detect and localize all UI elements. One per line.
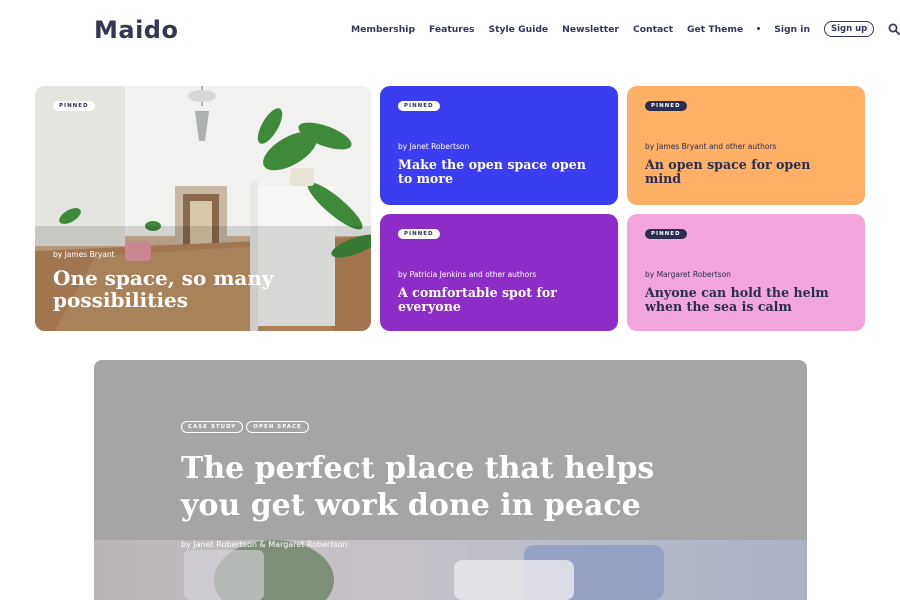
post-tags: CASE STUDY OPEN SPACE [181,421,309,433]
nav-membership[interactable]: Membership [351,24,415,35]
featured-post-byline[interactable]: by Janet Robertson & Margaret Robertson [181,540,348,549]
pinned-badge: PINNED [398,229,440,239]
nav-style-guide[interactable]: Style Guide [489,24,549,35]
nav-contact[interactable]: Contact [633,24,673,35]
search-icon[interactable] [888,23,900,35]
post-byline[interactable]: by James Bryant [53,250,115,259]
featured-photo [94,540,807,600]
featured-post[interactable]: CASE STUDY OPEN SPACE The perfect place … [94,360,807,600]
post-card-featured[interactable]: PINNED by James Bryant One space, so man… [35,86,371,331]
post-title[interactable]: A comfortable spot for everyone [398,286,602,313]
post-byline[interactable]: by Janet Robertson [398,142,469,151]
post-title[interactable]: Anyone can hold the helm when the sea is… [645,286,849,313]
site-logo[interactable]: Maido [94,16,178,44]
pinned-badge: PINNED [398,101,440,111]
post-byline[interactable]: by James Bryant and other authors [645,142,776,151]
post-card[interactable]: PINNED by Janet Robertson Make the open … [380,86,618,205]
nav-features[interactable]: Features [429,24,475,35]
post-title[interactable]: An open space for open mind [645,158,849,185]
pinned-badge: PINNED [645,229,687,239]
nav-newsletter[interactable]: Newsletter [562,24,619,35]
post-card[interactable]: PINNED by James Bryant and other authors… [627,86,865,205]
tag-case-study[interactable]: CASE STUDY [181,421,244,433]
pinned-badge: PINNED [645,101,687,111]
post-byline[interactable]: by Margaret Robertson [645,270,731,279]
sign-up-button[interactable]: Sign up [824,21,875,37]
featured-post-title[interactable]: The perfect place that helps you get wor… [181,450,701,524]
post-title[interactable]: Make the open space open to more [398,158,602,185]
post-byline[interactable]: by Patricia Jenkins and other authors [398,270,536,279]
tag-open-space[interactable]: OPEN SPACE [246,421,309,433]
nav-separator-dot [757,27,761,30]
nav-get-theme[interactable]: Get Theme [687,24,743,35]
post-card[interactable]: PINNED by Patricia Jenkins and other aut… [380,214,618,331]
main-nav: Membership Features Style Guide Newslett… [351,21,900,37]
pinned-badge: PINNED [53,101,95,111]
post-title[interactable]: One space, so many possibilities [53,267,291,311]
post-card[interactable]: PINNED by Margaret Robertson Anyone can … [627,214,865,331]
sign-in-link[interactable]: Sign in [774,24,810,35]
